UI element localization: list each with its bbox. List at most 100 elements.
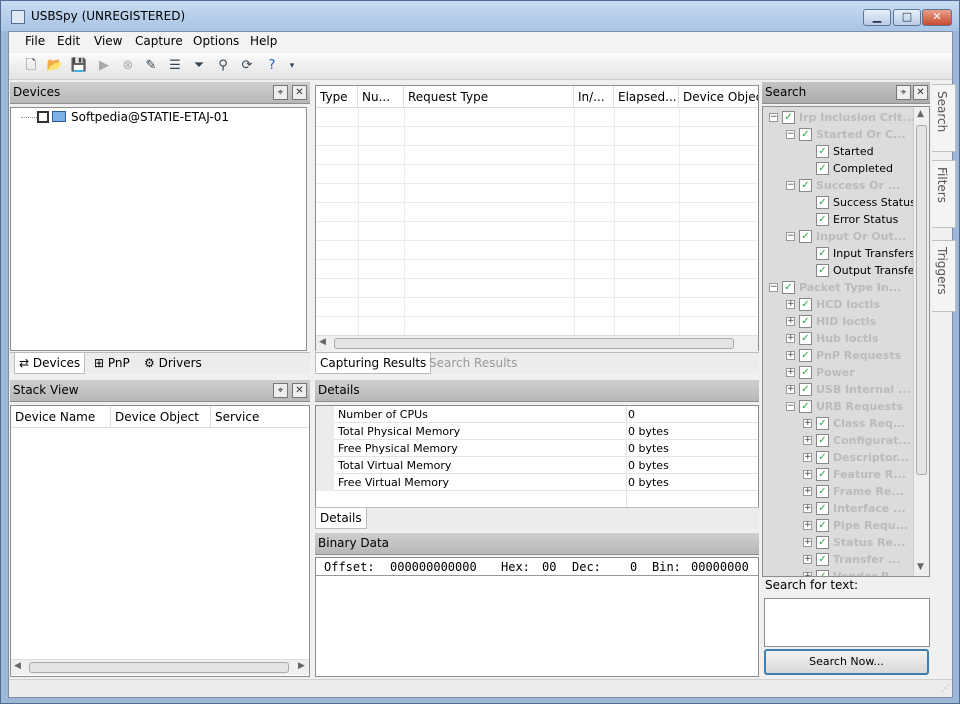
tab-details[interactable]: Details xyxy=(315,508,367,529)
side-tab-filters[interactable]: Filters xyxy=(932,160,956,228)
table-row[interactable]: Free Virtual Memory 0 bytes xyxy=(316,474,758,491)
tab-search-results[interactable]: Search Results xyxy=(425,353,521,374)
pane-close-icon[interactable]: ✕ xyxy=(292,383,307,398)
scroll-thumb[interactable] xyxy=(29,662,289,673)
collapse-icon[interactable]: − xyxy=(769,113,778,122)
tree-item[interactable]: + ✓ PnP Requests xyxy=(763,347,913,364)
resize-grip-icon[interactable]: ⋰ xyxy=(941,684,950,694)
table-row[interactable]: Free Physical Memory 0 bytes xyxy=(316,440,758,457)
checkbox[interactable]: ✓ xyxy=(799,230,812,243)
checkbox[interactable]: ✓ xyxy=(816,162,829,175)
tree-item[interactable]: + ✓ Interface ... xyxy=(763,500,913,517)
checkbox[interactable]: ✓ xyxy=(799,298,812,311)
tree-item[interactable]: + ✓ USB Internal ... xyxy=(763,381,913,398)
checkbox[interactable]: ✓ xyxy=(816,553,829,566)
checkbox[interactable]: ✓ xyxy=(799,332,812,345)
checkbox[interactable]: ✓ xyxy=(816,417,829,430)
tab-pnp[interactable]: ⊞ PnP xyxy=(90,353,134,374)
checkbox[interactable]: ✓ xyxy=(816,213,829,226)
expand-icon[interactable]: + xyxy=(803,453,812,462)
column-header[interactable]: Nu... xyxy=(358,86,404,108)
pin-icon[interactable]: ⌖ xyxy=(273,383,288,398)
vertical-scrollbar[interactable]: ▲ ▼ xyxy=(913,107,929,576)
expand-icon[interactable]: + xyxy=(803,487,812,496)
side-tab-search[interactable]: Search xyxy=(932,84,956,152)
new-icon[interactable]: 🗋 xyxy=(22,57,40,75)
checkbox[interactable]: ✓ xyxy=(816,451,829,464)
column-header[interactable]: Device Object xyxy=(111,406,211,428)
checkbox[interactable]: ✓ xyxy=(816,570,829,576)
checkbox[interactable]: ✓ xyxy=(799,366,812,379)
checkbox[interactable]: ✓ xyxy=(799,400,812,413)
expand-icon[interactable]: + xyxy=(803,504,812,513)
collapse-icon[interactable]: − xyxy=(769,283,778,292)
collapse-icon[interactable]: − xyxy=(786,402,795,411)
tree-item[interactable]: + ✓ Descriptor... xyxy=(763,449,913,466)
tree-item[interactable]: + ✓ Hub Ioctls xyxy=(763,330,913,347)
expand-icon[interactable]: + xyxy=(803,521,812,530)
pane-close-icon[interactable]: ✕ xyxy=(292,85,307,100)
filter-icon[interactable]: ⏷ xyxy=(190,57,208,75)
tree-item[interactable]: + ✓ HID Ioctls xyxy=(763,313,913,330)
expand-icon[interactable]: + xyxy=(786,351,795,360)
close-button[interactable]: ✕ xyxy=(922,9,952,26)
collapse-icon[interactable]: − xyxy=(786,181,795,190)
open-icon[interactable]: 📂 xyxy=(46,57,64,75)
minimize-button[interactable]: ▁ xyxy=(863,9,891,26)
scroll-thumb[interactable] xyxy=(916,125,927,475)
checkbox[interactable]: ✓ xyxy=(816,434,829,447)
checkbox[interactable]: ✓ xyxy=(816,536,829,549)
column-header[interactable]: Elapsed... xyxy=(614,86,679,108)
menu-options[interactable]: Options xyxy=(193,34,239,48)
expand-icon[interactable]: + xyxy=(803,436,812,445)
checkbox[interactable]: ✓ xyxy=(799,349,812,362)
checkbox[interactable]: ✓ xyxy=(816,468,829,481)
expand-icon[interactable]: + xyxy=(803,419,812,428)
tab-drivers[interactable]: ⚙ Drivers xyxy=(140,353,206,374)
column-header[interactable]: Device Object xyxy=(679,86,758,108)
column-header[interactable]: Request Type xyxy=(404,86,574,108)
tree-item[interactable]: + ✓ Vendor R... xyxy=(763,568,913,576)
checkbox[interactable]: ✓ xyxy=(799,315,812,328)
column-header[interactable]: In/... xyxy=(574,86,614,108)
tree-item[interactable]: + ✓ Pipe Requ... xyxy=(763,517,913,534)
expand-icon[interactable]: + xyxy=(786,385,795,394)
expand-icon[interactable]: + xyxy=(786,317,795,326)
refresh-icon[interactable]: ⟳ xyxy=(238,57,256,75)
horizontal-scrollbar[interactable]: ◀ ▶ xyxy=(11,659,309,675)
maximize-button[interactable]: □ xyxy=(893,9,921,26)
toolbar-overflow-icon[interactable]: ▾ xyxy=(283,57,301,75)
table-row[interactable]: Total Physical Memory 0 bytes xyxy=(316,423,758,440)
tree-item[interactable]: ✓ Error Status xyxy=(763,211,913,228)
tree-item[interactable]: ✓ Success Status xyxy=(763,194,913,211)
find-icon[interactable]: ⚲ xyxy=(214,57,232,75)
tree-item[interactable]: ✓ Completed xyxy=(763,160,913,177)
title-bar[interactable]: USBSpy (UNREGISTERED) ▁ □ ✕ xyxy=(1,1,959,31)
pin-icon[interactable]: ⌖ xyxy=(896,85,911,100)
collapse-icon[interactable]: − xyxy=(786,232,795,241)
tree-item[interactable]: + ✓ Frame Re... xyxy=(763,483,913,500)
tree-item[interactable]: ✓ Output Transfers xyxy=(763,262,913,279)
expand-icon[interactable]: + xyxy=(803,572,812,576)
checkbox[interactable]: ✓ xyxy=(799,179,812,192)
tab-capturing-results[interactable]: Capturing Results xyxy=(315,353,432,374)
tree-item[interactable]: + ✓ Power xyxy=(763,364,913,381)
tree-item[interactable]: + ✓ Configurat... xyxy=(763,432,913,449)
scroll-thumb[interactable] xyxy=(334,338,734,349)
tree-item[interactable]: + ✓ Status Re... xyxy=(763,534,913,551)
menu-view[interactable]: View xyxy=(94,34,122,48)
checkbox[interactable]: ✓ xyxy=(816,485,829,498)
expand-icon[interactable]: + xyxy=(803,470,812,479)
column-header[interactable]: Type xyxy=(316,86,358,108)
tree-item[interactable]: + ✓ Transfer ... xyxy=(763,551,913,568)
menu-edit[interactable]: Edit xyxy=(57,34,80,48)
expand-icon[interactable]: + xyxy=(786,368,795,377)
tree-item[interactable]: − ✓ Packet Type In... xyxy=(763,279,913,296)
play-icon[interactable]: ▶ xyxy=(95,57,113,75)
checkbox[interactable]: ✓ xyxy=(816,145,829,158)
tree-item[interactable]: − ✓ Started Or C... xyxy=(763,126,913,143)
checkbox[interactable]: ✓ xyxy=(816,196,829,209)
tree-item[interactable]: − ✓ Irp Inclusion Crit... xyxy=(763,109,913,126)
table-row[interactable]: Number of CPUs 0 xyxy=(316,406,758,423)
checkbox[interactable]: ✓ xyxy=(799,383,812,396)
